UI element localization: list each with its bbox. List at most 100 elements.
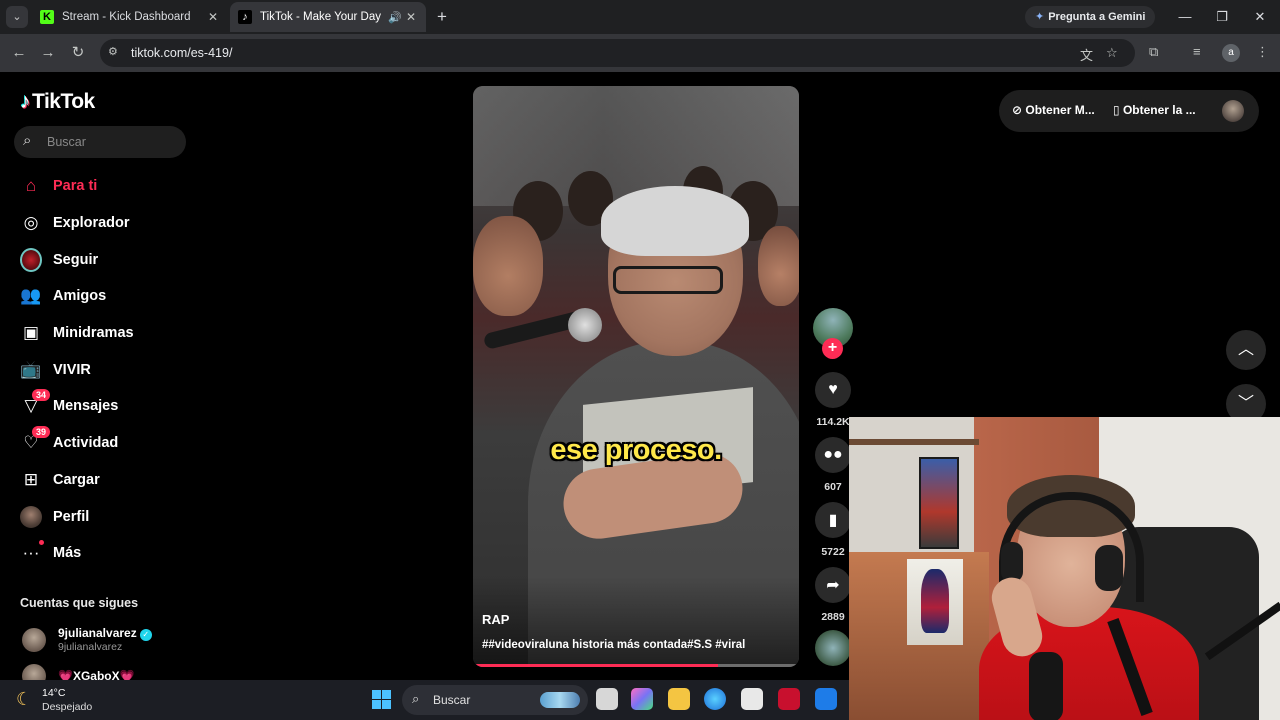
previous-video-button[interactable]: ︿ xyxy=(1226,330,1266,370)
search-input[interactable]: ⌕ Buscar xyxy=(14,126,186,158)
sidebar-item-explorador[interactable]: ◎ Explorador xyxy=(14,205,204,242)
account-avatar xyxy=(22,664,46,680)
bookmark-star-icon[interactable]: ☆ xyxy=(1106,45,1118,61)
store-icon[interactable] xyxy=(741,688,763,710)
anime-poster-image xyxy=(919,457,959,549)
sidebar-item-amigos[interactable]: 👥 Amigos xyxy=(14,278,204,315)
verified-icon: ✓ xyxy=(139,629,152,641)
webcam-overlay xyxy=(849,417,1280,720)
share-icon: ➦ xyxy=(826,577,840,594)
tab-search-button[interactable]: ⌄ xyxy=(6,6,28,28)
profile-avatar[interactable]: a xyxy=(1222,44,1240,62)
file-explorer-icon[interactable] xyxy=(668,688,690,710)
reload-icon[interactable]: ↻ xyxy=(68,43,88,63)
video-author[interactable]: RAP xyxy=(482,612,509,627)
activity-icon: ♡ 39 xyxy=(20,426,51,454)
sidebar-item-seguir[interactable]: Seguir xyxy=(14,241,204,278)
close-window-button[interactable]: ✕ xyxy=(1241,0,1279,34)
logo-text: TikTok xyxy=(32,90,95,113)
weather-description: Despejado xyxy=(42,701,93,713)
chrome-menu-icon[interactable]: ⋮ xyxy=(1256,44,1269,60)
video-description[interactable]: ##videoviraluna historia más contada#S.S… xyxy=(482,639,745,651)
taskbar-search[interactable]: ⌕ Buscar xyxy=(402,685,588,715)
sidebar-item-actividad[interactable]: ♡ 39 Actividad xyxy=(14,425,204,462)
tab-close-icon[interactable]: ✕ xyxy=(404,10,418,24)
taskbar-search-label: Buscar xyxy=(433,693,471,707)
get-coins-button[interactable]: ⊘ Obtener M... xyxy=(1012,103,1095,117)
video-progress-fill xyxy=(473,664,718,667)
upload-icon: ⊞ xyxy=(23,469,39,489)
start-icon[interactable] xyxy=(372,690,391,709)
user-avatar[interactable] xyxy=(1222,100,1244,122)
sidebar-item-para-ti[interactable]: ⌂ Para ti xyxy=(14,168,204,205)
video-progress-bar[interactable] xyxy=(473,664,799,667)
sidebar-item-vivir[interactable]: 📺 VIVIR xyxy=(14,351,204,388)
new-tab-button[interactable]: + xyxy=(432,7,452,27)
tab-close-icon[interactable]: ✕ xyxy=(206,10,220,24)
sidebar-item-label: Para ti xyxy=(53,178,98,195)
translate-icon[interactable]: 文 xyxy=(1080,45,1093,64)
mail-icon[interactable] xyxy=(815,688,837,710)
sidebar-item-label: Minidramas xyxy=(53,325,134,342)
gemini-button[interactable]: ✦ Pregunta a Gemini xyxy=(1025,6,1156,28)
tiktok-logo[interactable]: ♪TikTok xyxy=(20,90,95,114)
sidebar-item-minidramas[interactable]: ▣ Minidramas xyxy=(14,315,204,352)
share-button[interactable]: ➦ xyxy=(815,567,851,603)
browser-tab-bar: ⌄ K Stream - Kick Dashboard ✕ ♪ TikTok -… xyxy=(0,0,1280,34)
sidebar-item-label: Seguir xyxy=(53,251,99,268)
coin-icon: ⊘ xyxy=(1012,103,1026,117)
weather-temperature: 14°C xyxy=(42,687,66,699)
forward-icon[interactable]: → xyxy=(38,43,58,63)
sidebar-item-perfil[interactable]: Perfil xyxy=(14,498,204,535)
player-poster-image xyxy=(907,559,963,645)
tiktok-note-icon: ♪ xyxy=(20,90,31,113)
minimize-button[interactable]: — xyxy=(1166,0,1204,34)
copilot-icon[interactable] xyxy=(631,688,653,710)
account-handle: 9julianalvarez xyxy=(58,641,123,653)
sidebar-item-label: Perfil xyxy=(53,508,90,525)
edge-icon[interactable] xyxy=(704,688,726,710)
microphone-image xyxy=(568,308,602,342)
get-app-button[interactable]: ▯ Obtener la ... xyxy=(1113,103,1196,117)
following-section-title: Cuentas que sigues xyxy=(20,596,139,610)
video-player[interactable]: ese proceso. RAP ##videoviraluna histori… xyxy=(473,86,799,667)
phone-icon: ▯ xyxy=(1113,103,1123,117)
get-app-label: Obtener la ... xyxy=(1122,103,1196,117)
sidebar-item-label: VIVIR xyxy=(53,361,91,378)
site-info-icon[interactable]: ⚙ xyxy=(108,45,118,58)
mcafee-icon[interactable] xyxy=(778,688,800,710)
url-text: tiktok.com/es-419/ xyxy=(131,46,233,60)
sidebar-item-mensajes[interactable]: ▽ 34 Mensajes xyxy=(14,388,204,425)
sidebar-item-label: Explorador xyxy=(53,215,130,232)
music-disc-icon[interactable] xyxy=(815,630,851,666)
audio-playing-icon[interactable]: 🔊 xyxy=(388,11,404,24)
following-account[interactable]: 9julianalvarez ✓ 9julianalvarez xyxy=(22,626,152,653)
follow-plus-button[interactable]: + xyxy=(822,338,843,359)
following-account[interactable]: 💗XGaboX💗 xyxy=(22,664,135,680)
sidebar-item-cargar[interactable]: ⊞ Cargar xyxy=(14,462,204,499)
save-button[interactable]: ▮ xyxy=(815,502,851,538)
moon-weather-icon[interactable]: ☾ xyxy=(16,689,32,710)
task-view-icon[interactable] xyxy=(596,688,618,710)
account-avatar xyxy=(22,627,46,652)
more-icon: ··· xyxy=(20,540,44,564)
tab-kick-dashboard[interactable]: K Stream - Kick Dashboard ✕ xyxy=(32,2,228,32)
heart-icon: ♥ xyxy=(828,381,838,398)
get-app-bar: ⊘ Obtener M... ▯ Obtener la ... xyxy=(999,90,1259,132)
tab-tiktok[interactable]: ♪ TikTok - Make Your Day 🔊 ✕ xyxy=(230,2,426,32)
home-icon: ⌂ xyxy=(25,176,37,196)
extensions-icon[interactable]: ⧉ xyxy=(1149,44,1158,60)
activity-badge: 39 xyxy=(32,426,51,439)
address-bar[interactable]: ⚙ tiktok.com/es-419/ 文 ☆ xyxy=(100,39,1135,67)
microphone-image xyxy=(1029,652,1063,720)
media-control-icon[interactable]: ≡ xyxy=(1193,44,1201,59)
restore-button[interactable]: ❐ xyxy=(1203,0,1241,34)
live-icon: 📺 xyxy=(20,359,42,379)
gemini-icon: ✦ xyxy=(1035,11,1045,23)
comment-button[interactable]: ●● xyxy=(815,437,851,473)
back-icon[interactable]: ← xyxy=(9,43,29,63)
sidebar-item-label: Amigos xyxy=(53,288,107,305)
sidebar-item-mas[interactable]: ··· Más xyxy=(14,535,204,572)
tab-title: TikTok - Make Your Day xyxy=(260,11,382,23)
like-button[interactable]: ♥ xyxy=(815,372,851,408)
